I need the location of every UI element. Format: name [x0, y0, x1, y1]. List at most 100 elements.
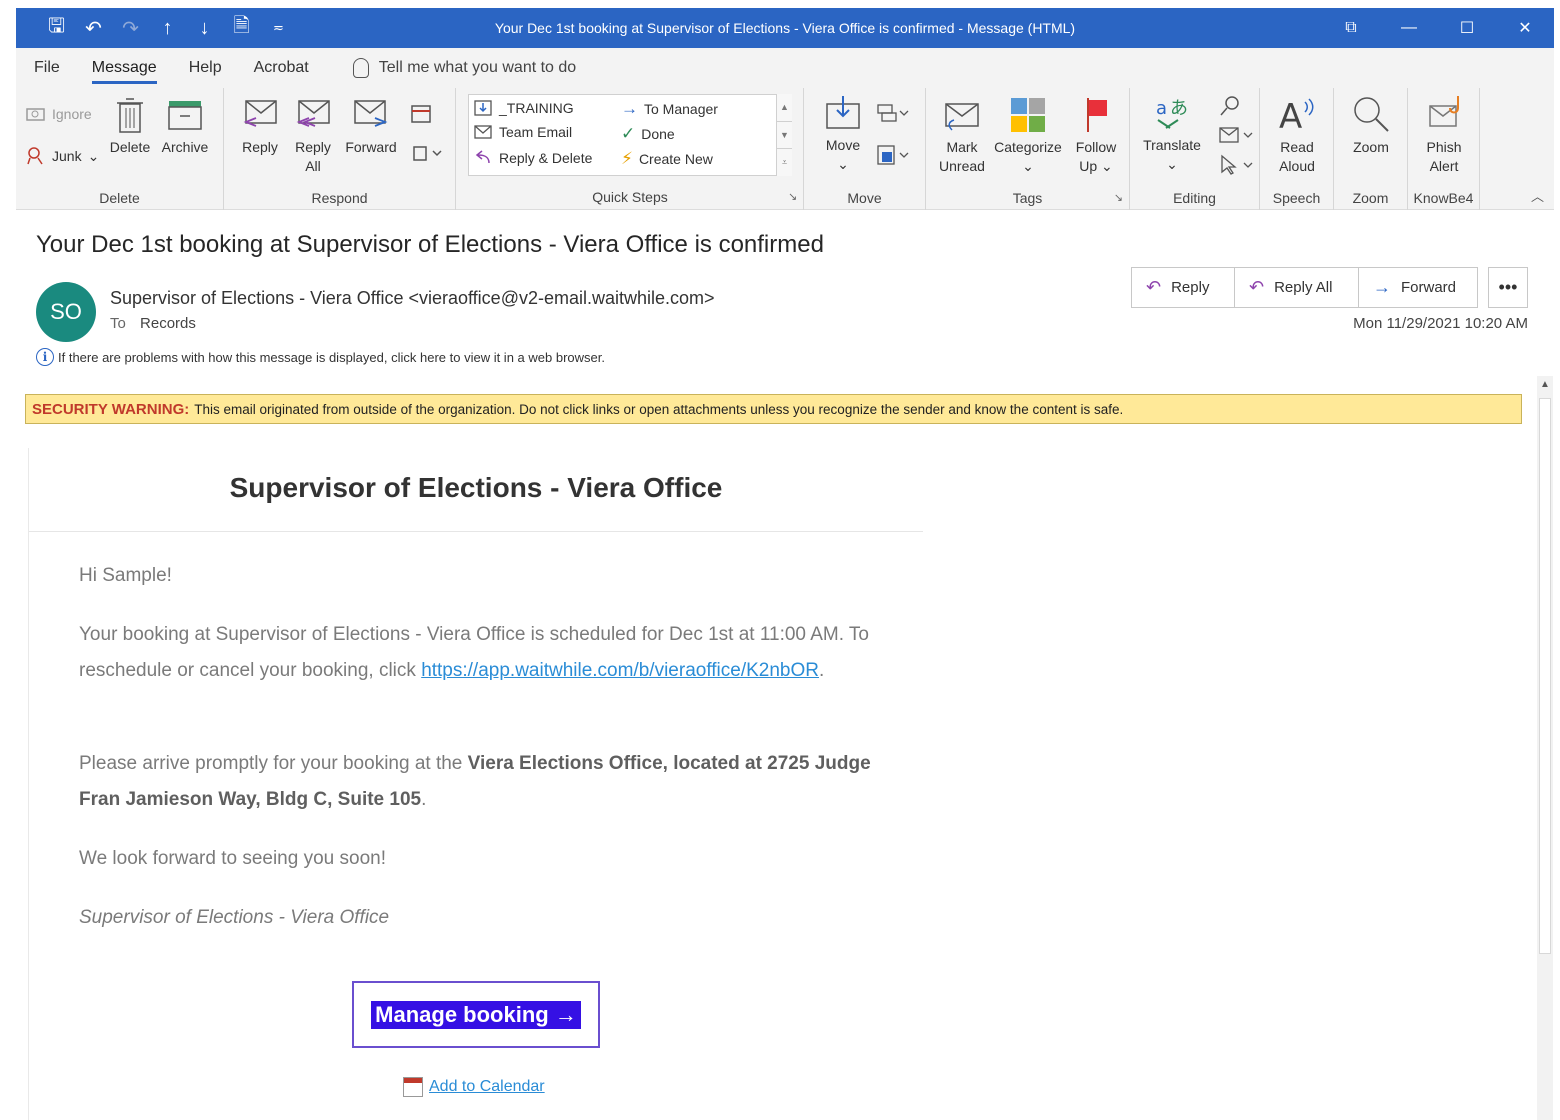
zoom-button[interactable]: Zoom — [1344, 94, 1398, 157]
email-header-title: Supervisor of Elections - Viera Office — [229, 472, 723, 503]
info-bar-text: If there are problems with how this mess… — [58, 349, 605, 365]
knowbe4-group-label: KnowBe4 — [1413, 190, 1474, 206]
forward-icon: → — [1373, 277, 1391, 297]
expand-gallery-icon[interactable]: ⩡ — [777, 148, 792, 174]
manage-booking-label: Manage booking → — [371, 1000, 581, 1029]
phish-alert-button[interactable]: Phish Alert — [1416, 94, 1472, 176]
close-button[interactable]: ✕ — [1496, 8, 1554, 48]
svg-text:a: a — [1156, 98, 1167, 119]
title-bar: 🖫 ↶ ↷ ↑ ↓ 🗎 ≂ Your Dec 1st booking at Su… — [16, 8, 1554, 48]
reply-button[interactable]: ↶ Reply — [1132, 268, 1235, 307]
header-divider — [29, 531, 923, 532]
undo-icon[interactable]: ↶ — [75, 8, 112, 48]
info-icon: i — [36, 348, 54, 366]
security-warning-banner: SECURITY WARNING: This email originated … — [25, 394, 1522, 424]
onenote-button[interactable] — [874, 144, 914, 171]
related-button[interactable] — [1216, 124, 1256, 151]
reschedule-link[interactable]: https://app.waitwhile.com/b/vieraoffice/… — [421, 660, 819, 681]
zoom-group: Zoom Zoom — [1334, 88, 1408, 210]
translate-button[interactable]: aあ Translate ⌄ — [1140, 94, 1204, 174]
rules-icon — [877, 104, 909, 122]
manage-booking-button[interactable]: Manage booking → — [352, 981, 600, 1048]
tab-file[interactable]: File — [34, 48, 60, 88]
scroll-up-icon[interactable]: ▲ — [777, 94, 792, 121]
qs-create-new[interactable]: ⚡ Create New — [621, 149, 713, 169]
categorize-button[interactable]: Categorize ⌄ — [992, 96, 1064, 176]
maximize-button[interactable]: ☐ — [1438, 8, 1496, 48]
qs-team-email[interactable]: Team Email — [473, 124, 572, 140]
reply-delete-icon — [475, 150, 490, 164]
delete-group-label: Delete — [99, 190, 140, 206]
move-button[interactable]: Move ⌄ — [818, 94, 868, 174]
speech-group: A Read Aloud Speech — [1260, 88, 1334, 210]
qs-training[interactable]: _TRAINING — [473, 99, 574, 117]
add-to-calendar-link[interactable]: Add to Calendar — [429, 1078, 545, 1096]
dialog-launcher-icon[interactable]: ↘ — [788, 190, 797, 203]
ribbon-reply-all-button[interactable]: Reply All — [292, 96, 334, 176]
redo-icon[interactable]: ↷ — [112, 8, 149, 48]
delete-group: Ignore Junk ⌄ Delete Archive Delete — [16, 88, 224, 210]
add-to-calendar[interactable]: Add to Calendar — [403, 1077, 545, 1097]
svg-text:あ: あ — [1170, 98, 1188, 119]
tell-me-box[interactable]: Tell me what you want to do — [352, 58, 577, 78]
envelope-icon — [945, 103, 979, 131]
forward-button[interactable]: → Forward — [1359, 268, 1477, 307]
calendar-icon — [403, 1077, 423, 1097]
tags-dialog-launcher-icon[interactable]: ↘ — [1114, 191, 1123, 204]
qs-done[interactable]: ✓ Done — [621, 124, 675, 144]
flag-icon — [1087, 98, 1107, 132]
sent-date: Mon 11/29/2021 10:20 AM — [1353, 315, 1528, 332]
meeting-reply-button[interactable] — [406, 102, 436, 131]
read-aloud-button[interactable]: A Read Aloud — [1268, 94, 1326, 176]
rules-button[interactable] — [874, 102, 914, 129]
sender-address[interactable]: Supervisor of Elections - Viera Office <… — [110, 288, 715, 309]
reply-all-button[interactable]: ↶ Reply All — [1235, 268, 1359, 307]
arrival-paragraph: Please arrive promptly for your booking … — [79, 753, 871, 810]
tab-help[interactable]: Help — [189, 48, 222, 88]
info-bar[interactable]: i If there are problems with how this me… — [36, 348, 605, 366]
previous-item-icon[interactable]: ↑ — [149, 8, 186, 48]
more-respond-button[interactable] — [408, 142, 448, 169]
minimize-button[interactable]: — — [1380, 8, 1438, 48]
select-button[interactable] — [1216, 154, 1256, 181]
junk-button[interactable]: Junk ⌄ — [26, 146, 99, 166]
save-icon[interactable]: 🖫 — [38, 8, 75, 48]
greeting: Hi Sample! — [79, 565, 172, 586]
avatar[interactable]: SO — [36, 282, 96, 342]
ribbon: Ignore Junk ⌄ Delete Archive Delete Reply… — [16, 88, 1554, 210]
scroll-down-icon[interactable]: ▼ — [777, 121, 792, 148]
qs-to-manager[interactable]: → To Manager — [621, 99, 718, 119]
ribbon-reply-button[interactable]: Reply — [240, 96, 280, 157]
follow-up-button[interactable]: Follow Up ⌄ — [1072, 96, 1120, 176]
scrollbar-thumb[interactable] — [1539, 398, 1551, 954]
next-item-icon[interactable]: ↓ — [186, 8, 223, 48]
scroll-up-arrow-icon[interactable]: ▲ — [1537, 376, 1553, 394]
find-button[interactable] — [1214, 94, 1246, 123]
lightning-icon: ⚡ — [621, 149, 633, 168]
tags-group: Mark Unread Categorize ⌄ Follow Up ⌄ Tags… — [926, 88, 1130, 210]
ribbon-forward-button[interactable]: Forward — [342, 96, 400, 157]
qs-reply-delete[interactable]: Reply & Delete — [473, 149, 592, 167]
team-email-icon — [474, 125, 492, 139]
print-icon[interactable]: 🗎 — [223, 8, 260, 48]
ribbon-display-options-icon[interactable]: ⧉ — [1322, 8, 1380, 48]
recipient[interactable]: Records — [140, 315, 196, 332]
window-title: Your Dec 1st booking at Supervisor of El… — [494, 20, 1076, 36]
ribbon-tabs: File Message Help Acrobat Tell me what y… — [16, 48, 1554, 88]
mark-unread-button[interactable]: Mark Unread — [936, 96, 988, 176]
checkmark-icon: ✓ — [621, 124, 636, 143]
tab-acrobat[interactable]: Acrobat — [254, 48, 309, 88]
more-actions-button[interactable]: ••• — [1488, 267, 1528, 308]
tab-message[interactable]: Message — [91, 48, 157, 88]
ignore-button[interactable]: Ignore — [26, 106, 92, 122]
collapse-ribbon-icon[interactable]: ︿ — [1531, 186, 1544, 205]
tell-me-text: Tell me what you want to do — [378, 59, 577, 76]
delete-button[interactable]: Delete — [108, 96, 152, 157]
archive-button[interactable]: Archive — [156, 96, 214, 157]
customize-qat-icon[interactable]: ≂ — [260, 8, 297, 48]
booking-paragraph: Your booking at Supervisor of Elections … — [79, 624, 869, 681]
zoom-group-label: Zoom — [1352, 190, 1389, 206]
quick-steps-scroll[interactable]: ▲ ▼ ⩡ — [776, 94, 792, 176]
calendar-reply-icon — [411, 105, 431, 123]
email-body: Supervisor of Elections - Viera Office H… — [28, 448, 923, 1120]
